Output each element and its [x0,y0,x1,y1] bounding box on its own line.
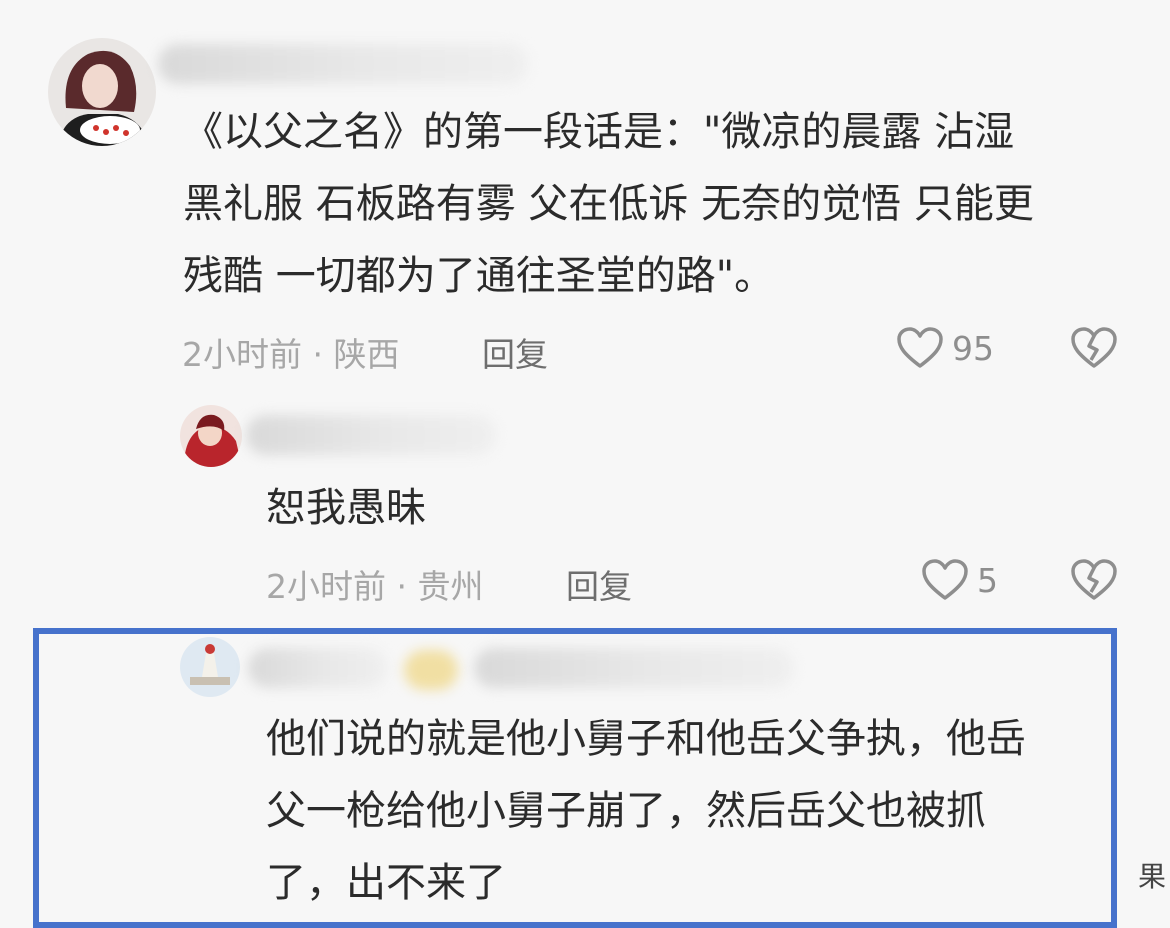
username-blurred[interactable] [158,44,528,84]
comment-text: 他们说的就是他小舅子和他岳父争执，他岳 父一枪给他小舅子崩了，然后岳父也被抓 了… [266,716,1026,906]
comment-meta: 2小时前 · 贵州 [266,567,484,606]
edge-glyph: 果 [1138,860,1167,893]
like-count: 95 [952,328,994,368]
like-button[interactable]: 5 [921,558,998,602]
broken-heart-icon [1071,559,1117,600]
heart-outline-icon [897,327,943,368]
avatar[interactable] [180,637,240,697]
broken-heart-icon [1071,327,1117,368]
dislike-button[interactable] [1070,558,1118,602]
reply-button[interactable]: 回复 [566,560,632,608]
reply-target-blurred[interactable] [474,648,794,688]
like-count: 5 [977,560,998,600]
heart-outline-icon [922,559,968,600]
avatar[interactable] [180,405,242,467]
comment-meta: 2小时前 · 陕西 [182,335,400,374]
comment-text: 《以父之名》的第一段话是："微凉的晨露 沾湿 黑礼服 石板路有雾 父在低诉 无奈… [183,109,1034,299]
dislike-button[interactable] [1070,326,1118,370]
reply-button[interactable]: 回复 [482,328,548,376]
username-blurred[interactable] [248,648,388,688]
like-button[interactable]: 95 [896,326,994,370]
username-blurred[interactable] [246,415,496,455]
avatar[interactable] [48,38,156,146]
comment-text: 恕我愚昧 [266,485,426,531]
reply-target-blurred[interactable] [404,650,458,690]
